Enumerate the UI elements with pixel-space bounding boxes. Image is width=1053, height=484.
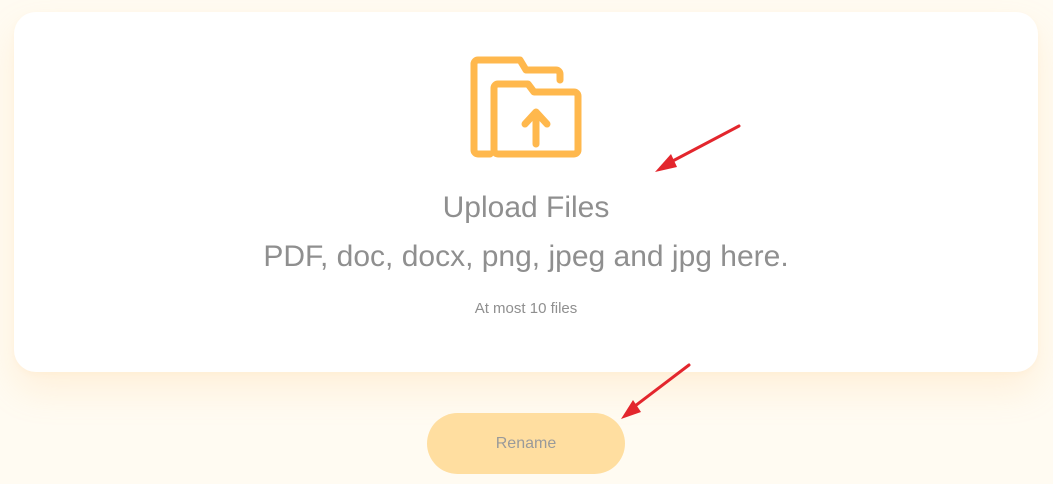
upload-file-types: PDF, doc, docx, png, jpeg and jpg here. xyxy=(263,240,789,273)
upload-file-limit: At most 10 files xyxy=(474,300,578,317)
upload-dropzone[interactable]: Upload Files PDF, doc, docx, png, jpeg a… xyxy=(14,12,1038,372)
annotation-arrow-rename xyxy=(621,363,691,419)
rename-button[interactable]: Rename xyxy=(427,413,625,474)
folder-upload-icon xyxy=(470,56,582,158)
upload-title: Upload Files xyxy=(442,191,610,224)
page: Upload Files PDF, doc, docx, png, jpeg a… xyxy=(0,0,1053,484)
